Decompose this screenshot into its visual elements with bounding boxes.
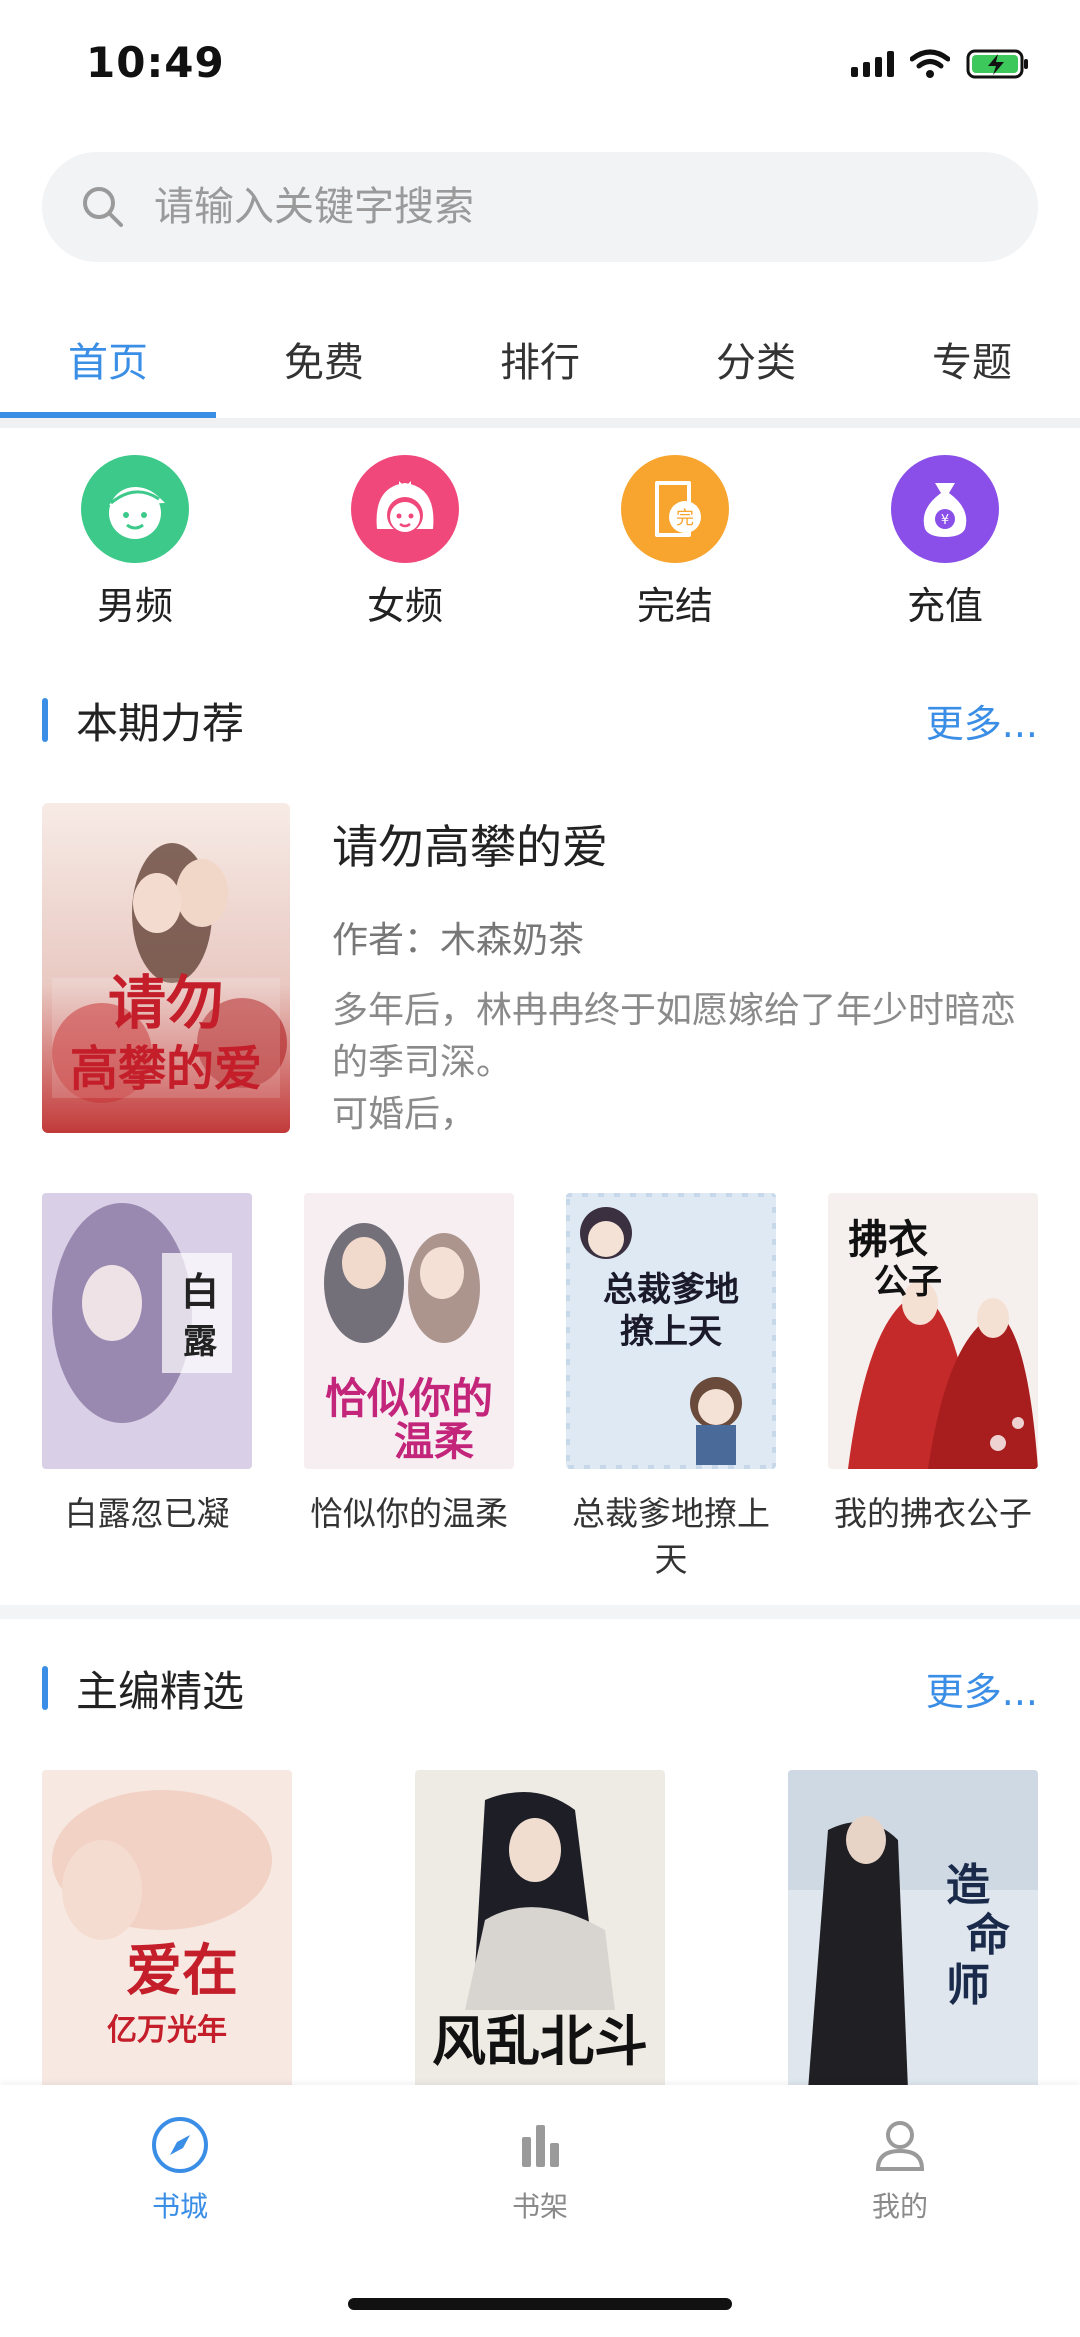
tab-category[interactable]: 分类 bbox=[648, 300, 864, 418]
editors-pick-more-link[interactable]: 更多... bbox=[926, 1661, 1038, 1716]
category-shortcuts: 男频 女频 完 完结 ¥ 充值 bbox=[0, 455, 1080, 635]
svg-text:撩上天: 撩上天 bbox=[620, 1312, 722, 1352]
svg-text:温柔: 温柔 bbox=[394, 1418, 474, 1465]
editors-pick-book-cover[interactable]: 风乱北斗 bbox=[415, 1770, 665, 2090]
section-title: 主编精选 bbox=[76, 1666, 245, 1716]
section-title: 本期力荐 bbox=[76, 698, 245, 748]
search-icon bbox=[83, 187, 123, 227]
category-male[interactable]: 男频 bbox=[55, 455, 215, 630]
wifi-icon bbox=[910, 49, 950, 79]
book-item[interactable]: 恰似你的 温柔 恰似你的温柔 bbox=[304, 1193, 514, 1537]
svg-text:恰似你的: 恰似你的 bbox=[325, 1374, 493, 1423]
svg-text:请勿: 请勿 bbox=[108, 969, 224, 1037]
description-line: 可婚后， bbox=[332, 1094, 477, 1135]
featured-book-title[interactable]: 请勿高攀的爱 bbox=[332, 811, 1038, 877]
book-item[interactable]: 总裁爹地 撩上天 总裁爹地撩上天 bbox=[566, 1193, 776, 1583]
svg-text:完: 完 bbox=[676, 508, 694, 529]
battery-charging-icon bbox=[966, 48, 1030, 80]
svg-text:总裁爹地: 总裁爹地 bbox=[603, 1270, 739, 1310]
recommend-more-link[interactable]: 更多... bbox=[926, 693, 1038, 748]
category-label: 女频 bbox=[366, 584, 443, 628]
svg-text:白: 白 bbox=[181, 1269, 219, 1314]
tab-topics[interactable]: 专题 bbox=[864, 300, 1080, 418]
featured-book-description: 多年后，林冉冉终于如愿嫁给了年少时暗恋的季司深。 可婚后， bbox=[332, 985, 1038, 1141]
svg-text:¥: ¥ bbox=[941, 513, 949, 528]
recommend-section-header: 本期力荐 更多... bbox=[42, 690, 1038, 750]
svg-text:造: 造 bbox=[946, 1860, 990, 1911]
category-label: 男频 bbox=[96, 584, 173, 628]
category-recharge[interactable]: ¥ 充值 bbox=[865, 455, 1025, 630]
featured-book-info: 请勿高攀的爱 作者：木森奶茶 多年后，林冉冉终于如愿嫁给了年少时暗恋的季司深。 … bbox=[332, 803, 1038, 1141]
status-bar: 10:49 bbox=[0, 0, 1080, 135]
girl-face-icon bbox=[351, 455, 459, 563]
svg-text:露: 露 bbox=[183, 1322, 218, 1362]
nav-label: 书架 bbox=[511, 2190, 568, 2223]
status-time: 10:49 bbox=[86, 38, 225, 87]
bookshelf-icon bbox=[522, 2125, 559, 2167]
category-label: 完结 bbox=[636, 584, 713, 628]
nav-label: 书城 bbox=[151, 2190, 208, 2223]
book-title: 我的拂衣公子 bbox=[834, 1494, 1032, 1533]
category-label: 充值 bbox=[906, 584, 983, 628]
book-cover[interactable]: 恰似你的 温柔 bbox=[304, 1193, 514, 1469]
boy-face-icon bbox=[81, 455, 189, 563]
book-item[interactable]: 白 露 白露忽已凝 bbox=[42, 1193, 252, 1537]
nav-bookstore[interactable]: 书城 bbox=[80, 2115, 280, 2225]
svg-text:高攀的爱: 高攀的爱 bbox=[70, 1041, 262, 1097]
tab-ranking[interactable]: 排行 bbox=[432, 300, 648, 418]
nav-profile[interactable]: 我的 bbox=[800, 2115, 1000, 2225]
compass-icon bbox=[152, 2117, 208, 2173]
featured-book-author: 作者：木森奶茶 bbox=[332, 920, 585, 961]
book-item[interactable]: 拂衣 公子 我的拂衣公子 bbox=[828, 1193, 1038, 1537]
editors-pick-book-cover[interactable]: 爱在 亿万光年 bbox=[42, 1770, 292, 2090]
money-bag-icon: ¥ bbox=[891, 455, 999, 563]
top-tabs: 首页 免费 排行 分类 专题 bbox=[0, 300, 1080, 418]
svg-text:命: 命 bbox=[966, 1910, 1010, 1961]
svg-text:师: 师 bbox=[946, 1960, 990, 2011]
book-title: 总裁爹地撩上天 bbox=[572, 1494, 770, 1579]
featured-book-cover[interactable]: 请勿 高攀的爱 bbox=[42, 803, 290, 1133]
book-title: 白露忽已凝 bbox=[64, 1494, 230, 1533]
book-title: 恰似你的温柔 bbox=[310, 1494, 508, 1533]
nav-label: 我的 bbox=[871, 2190, 928, 2223]
svg-text:拂衣: 拂衣 bbox=[848, 1216, 928, 1263]
featured-book[interactable]: 请勿 高攀的爱 请勿高攀的爱 作者：木森奶茶 多年后，林冉冉终于如愿嫁给了年少时… bbox=[42, 803, 1038, 1135]
tabs-divider bbox=[0, 418, 1080, 428]
completed-book-icon: 完 bbox=[621, 455, 729, 563]
editors-pick-section-header: 主编精选 更多... bbox=[42, 1658, 1038, 1718]
tab-home[interactable]: 首页 bbox=[0, 300, 216, 418]
svg-text:风乱北斗: 风乱北斗 bbox=[432, 2009, 648, 2073]
section-accent-bar bbox=[42, 1666, 48, 1710]
svg-text:亿万光年: 亿万光年 bbox=[107, 2013, 227, 2048]
editors-pick-row: 爱在 亿万光年 风乱北斗 造 命 师 bbox=[42, 1770, 1038, 2090]
category-completed[interactable]: 完 完结 bbox=[595, 455, 755, 630]
description-line: 多年后，林冉冉终于如愿嫁给了年少时暗恋的季司深。 bbox=[332, 990, 1017, 1083]
svg-text:爱在: 爱在 bbox=[126, 1938, 238, 2004]
category-female[interactable]: 女频 bbox=[325, 455, 485, 630]
search-bar[interactable] bbox=[42, 152, 1038, 262]
book-cover[interactable]: 总裁爹地 撩上天 bbox=[566, 1193, 776, 1469]
section-accent-bar bbox=[42, 698, 48, 742]
section-divider bbox=[0, 1605, 1080, 1619]
editors-pick-book-cover[interactable]: 造 命 师 bbox=[788, 1770, 1038, 2090]
book-cover[interactable]: 白 露 bbox=[42, 1193, 252, 1469]
tab-free[interactable]: 免费 bbox=[216, 300, 432, 418]
svg-text:公子: 公子 bbox=[874, 1262, 942, 1302]
book-cover[interactable]: 拂衣 公子 bbox=[828, 1193, 1038, 1469]
status-icons bbox=[851, 48, 1030, 80]
signal-icon bbox=[851, 51, 894, 77]
profile-icon bbox=[875, 2121, 925, 2171]
search-input[interactable] bbox=[154, 184, 974, 230]
nav-bookshelf[interactable]: 书架 bbox=[440, 2115, 640, 2225]
home-indicator[interactable] bbox=[348, 2298, 732, 2310]
